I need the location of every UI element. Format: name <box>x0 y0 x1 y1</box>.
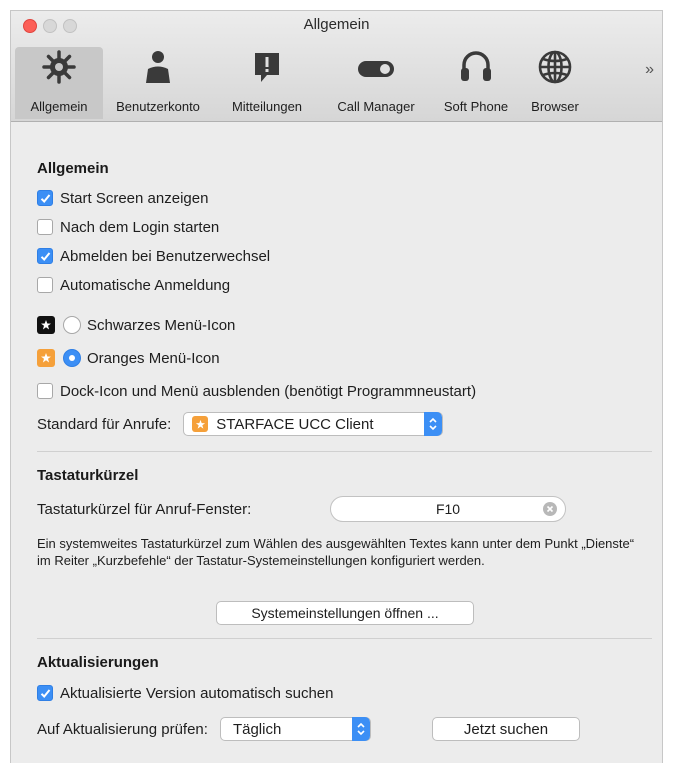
check-frequency-value: Täglich <box>232 720 282 738</box>
tab-allgemein-label: Allgemein <box>30 99 88 114</box>
clear-shortcut-icon[interactable] <box>543 502 557 516</box>
tab-benutzerkonto-label: Benutzerkonto <box>116 99 200 114</box>
start-screen-checkbox[interactable] <box>37 190 53 206</box>
hide-dock-checkbox[interactable] <box>37 383 53 399</box>
globe-icon <box>521 47 589 87</box>
starface-orange-logo-icon <box>37 349 55 367</box>
checkmark-icon <box>40 251 50 261</box>
starface-app-icon <box>192 416 209 432</box>
orange-menu-icon-radio-row[interactable]: Oranges Menü-Icon <box>37 347 220 369</box>
checkmark-icon <box>40 193 50 203</box>
section-heading-shortcuts: Tastaturkürzel <box>37 467 139 484</box>
user-icon <box>103 47 213 87</box>
black-menu-icon-radio-row[interactable]: Schwarzes Menü-Icon <box>37 314 235 336</box>
open-system-settings-button[interactable]: Systemeinstellungen öffnen ... <box>216 601 474 625</box>
tab-mitteilungen-label: Mitteilungen <box>231 99 303 114</box>
start-after-login-checkbox[interactable] <box>37 219 53 235</box>
general-pane: Allgemein Start Screen anzeigen Nach dem… <box>11 122 662 763</box>
starface-black-logo-icon <box>37 316 55 334</box>
tab-mitteilungen[interactable]: Mitteilungen <box>213 47 321 119</box>
toolbar: Allgemein Allgemein Benutzerkonto Mittei… <box>11 11 662 122</box>
preferences-window: Allgemein Allgemein Benutzerkonto Mittei… <box>10 10 663 763</box>
call-window-shortcut-value: F10 <box>435 501 461 517</box>
section-heading-general: Allgemein <box>37 160 109 177</box>
check-updates-row: Auf Aktualisierung prüfen: Täglich <box>37 717 371 741</box>
check-frequency-popup[interactable]: Täglich <box>219 717 371 741</box>
hide-dock-checkbox-row[interactable]: Dock-Icon und Menü ausblenden (benötigt … <box>37 380 476 402</box>
logout-on-user-switch-checkbox[interactable] <box>37 248 53 264</box>
start-after-login-label: Nach dem Login starten <box>60 218 220 236</box>
auto-login-checkbox[interactable] <box>37 277 53 293</box>
black-menu-icon-radio[interactable] <box>63 316 81 334</box>
toggle-icon <box>321 47 431 87</box>
tab-allgemein[interactable]: Allgemein <box>15 47 103 119</box>
auto-check-updates-label: Aktualisierte Version automatisch suchen <box>60 684 334 702</box>
toolbar-overflow-chevron-icon[interactable]: » <box>645 61 654 79</box>
section-heading-updates: Aktualisierungen <box>37 654 159 671</box>
popup-arrows-icon <box>351 717 370 741</box>
logout-on-user-switch-checkbox-row[interactable]: Abmelden bei Benutzerwechsel <box>37 245 270 267</box>
notification-icon <box>213 47 321 87</box>
start-screen-label: Start Screen anzeigen <box>60 189 209 207</box>
call-window-shortcut-row: Tastaturkürzel für Anruf-Fenster: <box>37 498 251 520</box>
default-calls-label: Standard für Anrufe: <box>37 415 172 433</box>
headset-icon <box>431 47 521 87</box>
tab-soft-phone[interactable]: Soft Phone <box>431 47 521 119</box>
default-calls-popup[interactable]: STARFACE UCC Client <box>183 412 444 436</box>
logout-on-user-switch-label: Abmelden bei Benutzerwechsel <box>60 247 271 265</box>
tab-call-manager-label: Call Manager <box>337 99 415 114</box>
start-after-login-checkbox-row[interactable]: Nach dem Login starten <box>37 216 219 238</box>
separator <box>37 638 652 639</box>
window-title: Allgemein <box>303 16 370 33</box>
auto-login-checkbox-row[interactable]: Automatische Anmeldung <box>37 274 230 296</box>
check-updates-label: Auf Aktualisierung prüfen: <box>37 720 208 738</box>
orange-menu-icon-label: Oranges Menü-Icon <box>87 349 220 367</box>
auto-check-updates-checkbox-row[interactable]: Aktualisierte Version automatisch suchen <box>37 682 333 704</box>
auto-login-label: Automatische Anmeldung <box>60 276 231 294</box>
tab-browser-label: Browser <box>531 99 579 114</box>
tab-benutzerkonto[interactable]: Benutzerkonto <box>103 47 213 119</box>
search-now-button[interactable]: Jetzt suchen <box>432 717 580 741</box>
hide-dock-label: Dock-Icon und Menü ausblenden (benötigt … <box>60 382 477 400</box>
auto-check-updates-checkbox[interactable] <box>37 685 53 701</box>
start-screen-checkbox-row[interactable]: Start Screen anzeigen <box>37 187 208 209</box>
tab-call-manager[interactable]: Call Manager <box>321 47 431 119</box>
default-calls-value: STARFACE UCC Client <box>216 415 374 433</box>
call-window-shortcut-field[interactable]: F10 <box>330 496 566 522</box>
tab-browser[interactable]: Browser <box>521 47 589 119</box>
call-window-shortcut-label: Tastaturkürzel für Anruf-Fenster: <box>37 500 252 518</box>
popup-arrows-icon <box>424 412 443 436</box>
separator <box>37 451 652 452</box>
gear-icon <box>15 47 103 87</box>
checkmark-icon <box>40 688 50 698</box>
black-menu-icon-label: Schwarzes Menü-Icon <box>87 316 236 334</box>
default-calls-row: Standard für Anrufe: STARFACE UCC Client <box>37 412 444 436</box>
tab-soft-phone-label: Soft Phone <box>443 99 509 114</box>
shortcut-description: Ein systemweites Tastaturkürzel zum Wähl… <box>37 536 635 568</box>
orange-menu-icon-radio[interactable] <box>63 349 81 367</box>
